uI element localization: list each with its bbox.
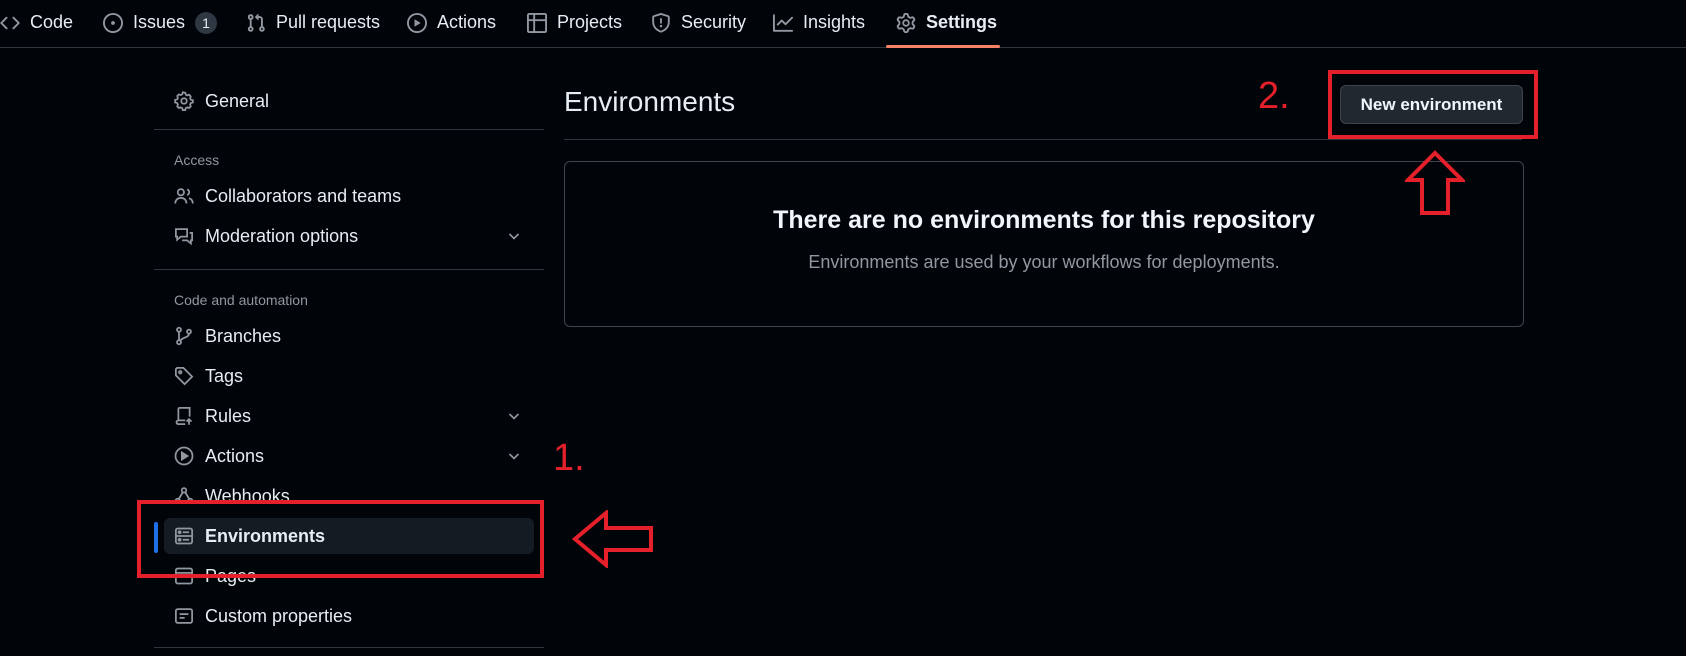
sidebar-divider	[154, 129, 544, 130]
active-tab-underline	[886, 45, 1000, 48]
chevron-down-icon[interactable]	[506, 408, 522, 424]
chevron-down-icon[interactable]	[506, 448, 522, 464]
tab-actions[interactable]: Actions	[407, 0, 496, 45]
comment-discussion-icon	[174, 226, 194, 246]
tab-label: Pull requests	[276, 12, 381, 32]
page-title: Environments	[564, 86, 736, 117]
play-icon	[407, 12, 427, 33]
sidebar-item-label: Branches	[205, 325, 282, 346]
gear-icon	[174, 91, 194, 111]
sidebar-item-collaborators[interactable]: Collaborators and teams	[164, 178, 534, 214]
sidebar-item-moderation-options[interactable]: Moderation options	[164, 218, 534, 254]
git-branch-icon	[174, 326, 194, 346]
annotation-arrow-left-icon	[572, 510, 653, 568]
issues-counter: 1	[195, 11, 218, 34]
empty-state-heading: There are no environments for this repos…	[773, 206, 1315, 234]
tab-label: Settings	[926, 12, 998, 32]
sidebar-item-label: Actions	[205, 445, 265, 466]
sidebar-item-custom-properties[interactable]: Custom properties	[164, 598, 534, 634]
sidebar-item-label: Custom properties	[205, 605, 353, 626]
tab-label: Security	[681, 12, 747, 32]
empty-state-description: Environments are used by your workflows …	[808, 252, 1280, 272]
tab-label: Issues	[133, 12, 186, 32]
sidebar-item-branches[interactable]: Branches	[164, 318, 534, 354]
annotation-box-new-environment	[1328, 70, 1538, 139]
sidebar-item-actions[interactable]: Actions	[164, 438, 534, 474]
tab-label: Projects	[557, 12, 623, 32]
issue-opened-icon	[103, 12, 123, 33]
annotation-box-environments	[137, 500, 544, 578]
tab-pull-requests[interactable]: Pull requests	[246, 0, 380, 45]
sidebar-item-label: General	[205, 90, 270, 111]
gear-icon	[896, 12, 916, 33]
sidebar-divider	[154, 647, 544, 648]
section-label-access: Access	[174, 152, 220, 168]
tab-issues[interactable]: Issues 1	[103, 0, 218, 45]
tab-label: Insights	[803, 12, 866, 32]
note-icon	[174, 606, 194, 626]
tab-label: Code	[30, 12, 74, 32]
sidebar-item-rules[interactable]: Rules	[164, 398, 534, 434]
repo-nav: Code Issues 1 Pull requests Actions Proj…	[0, 0, 1686, 48]
tag-icon	[174, 366, 194, 386]
section-label-code-automation: Code and automation	[174, 292, 308, 308]
tab-projects[interactable]: Projects	[527, 0, 622, 45]
sidebar-item-general[interactable]: General	[164, 83, 534, 119]
sidebar-divider	[154, 269, 544, 270]
tab-code[interactable]: Code	[0, 0, 73, 45]
sidebar-item-label: Collaborators and teams	[205, 185, 402, 206]
tab-insights[interactable]: Insights	[773, 0, 865, 45]
tab-label: Actions	[437, 12, 497, 32]
tab-settings[interactable]: Settings	[896, 0, 997, 45]
title-divider	[564, 139, 1522, 140]
git-pull-request-icon	[246, 13, 266, 33]
annotation-step-1: 1.	[553, 437, 585, 479]
sidebar-item-label: Tags	[205, 365, 244, 386]
annotation-step-2: 2.	[1258, 75, 1290, 117]
chevron-down-icon[interactable]	[506, 228, 522, 244]
people-icon	[174, 186, 194, 206]
code-icon	[0, 13, 20, 33]
table-icon	[527, 12, 547, 33]
graph-icon	[773, 13, 793, 33]
sidebar-item-label: Moderation options	[205, 225, 359, 246]
shield-icon	[651, 12, 671, 33]
empty-state: There are no environments for this repos…	[564, 161, 1524, 327]
sidebar-item-label: Rules	[205, 405, 252, 426]
play-icon	[174, 446, 194, 466]
repo-push-icon	[174, 406, 194, 426]
tab-security[interactable]: Security	[651, 0, 746, 45]
annotation-arrow-up-icon	[1405, 150, 1465, 215]
sidebar-item-tags[interactable]: Tags	[164, 358, 534, 394]
